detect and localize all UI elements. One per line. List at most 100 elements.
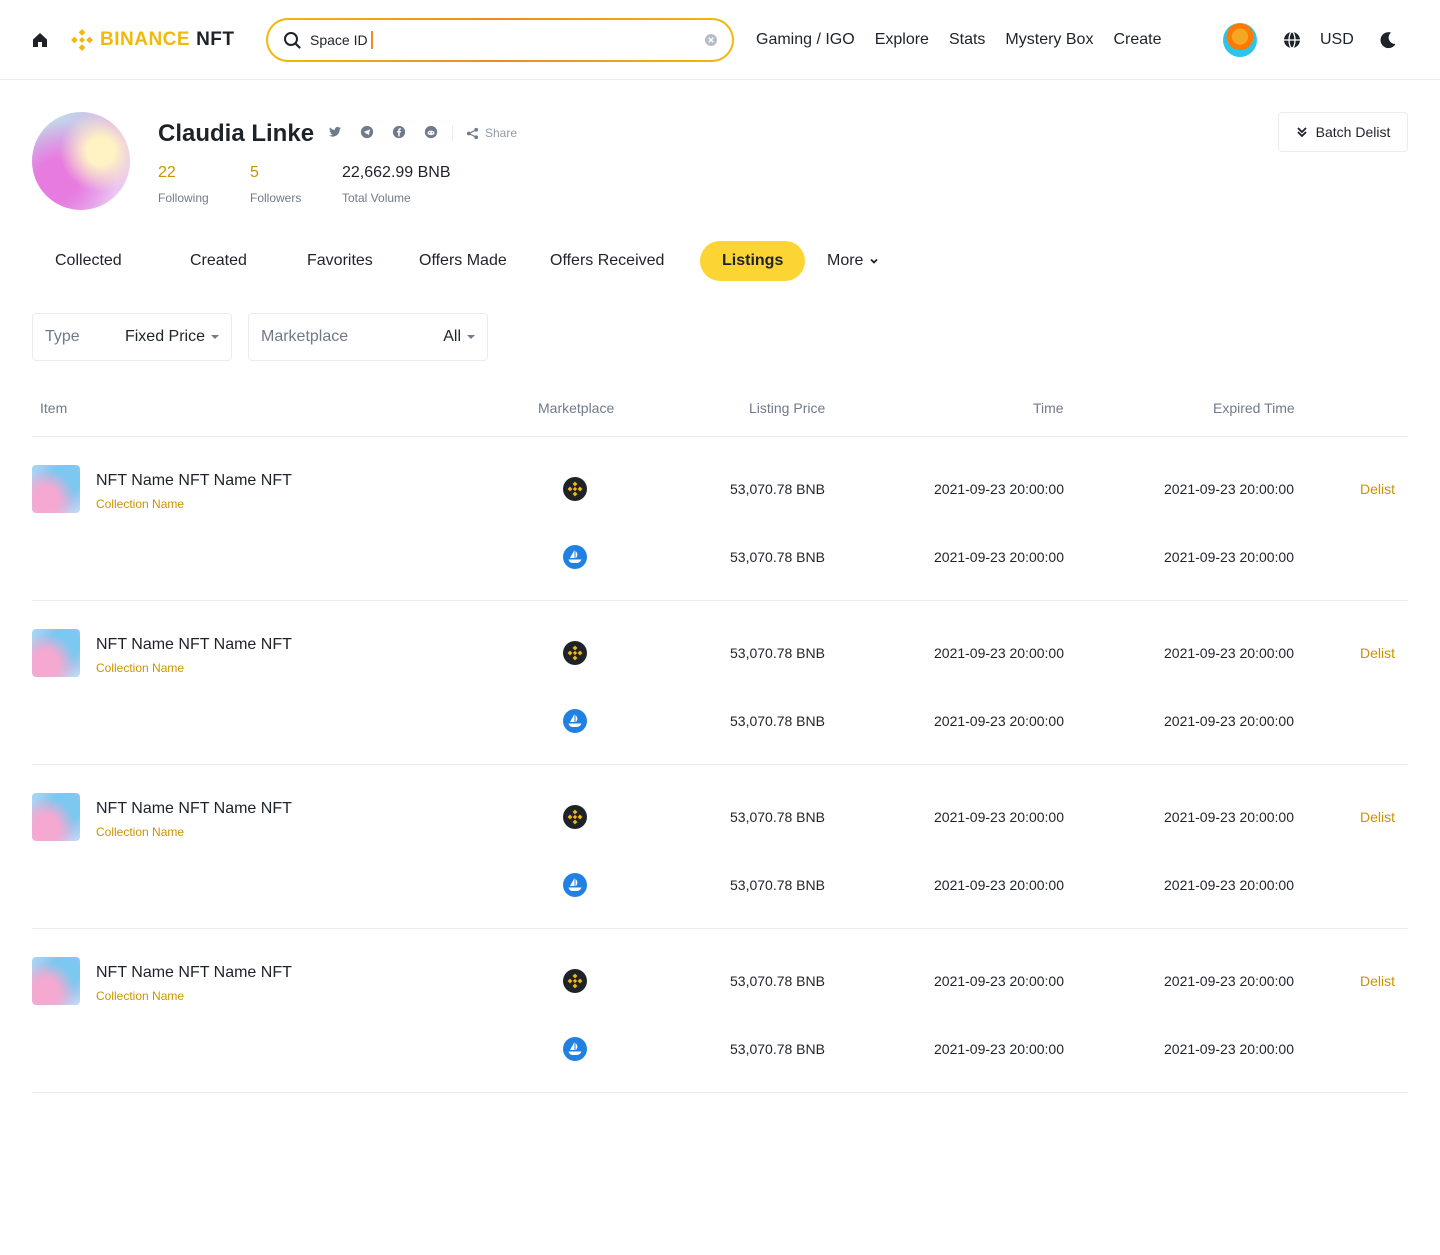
share-button[interactable]: Share [466,125,517,141]
nav-explore[interactable]: Explore [875,30,929,50]
caret-down-icon [467,335,475,339]
marketplace-filter[interactable]: Marketplace All [248,313,488,361]
telegram-icon[interactable] [360,125,374,139]
binance-marketplace-icon [563,641,587,665]
social-links [328,125,438,139]
profile-name: Claudia Linke [158,120,315,147]
nft-thumbnail[interactable] [32,629,80,677]
delist-button[interactable]: Delist [1360,645,1395,661]
nav-create[interactable]: Create [1113,30,1161,50]
double-chevron-down-icon [1297,127,1307,138]
table-row: NFT Name NFT Name NFT Collection Name 53,… [32,929,1408,1093]
column-header-item: Item [40,400,68,416]
table-row: NFT Name NFT Name NFT Collection Name 53,… [32,765,1408,929]
nft-name[interactable]: NFT Name NFT Name NFT [96,799,292,819]
user-avatar[interactable] [1223,23,1257,57]
delist-button[interactable]: Delist [1360,973,1395,989]
home-icon[interactable] [30,30,50,50]
tab-favorites[interactable]: Favorites [307,241,373,281]
marketplace-filter-label: Marketplace [261,328,349,345]
collection-name[interactable]: Collection Name [96,824,184,840]
tab-offers-made[interactable]: Offers Made [419,241,507,281]
tab-listings[interactable]: Listings [700,241,806,281]
opensea-marketplace-icon [563,545,587,569]
main-nav: Gaming / IGO Explore Stats Mystery Box C… [756,30,1161,50]
search-input[interactable]: Space ID [268,20,732,60]
nav-mystery-box[interactable]: Mystery Box [1005,30,1093,50]
following-stat[interactable]: 22 Following [158,163,209,205]
tab-created[interactable]: Created [190,241,247,281]
type-filter-label: Type [45,328,80,345]
column-header-expired-time: Expired Time [1213,400,1295,416]
facebook-icon[interactable] [392,125,406,139]
delist-button[interactable]: Delist [1360,481,1395,497]
clear-search-icon[interactable] [704,33,718,47]
share-divider [452,125,453,141]
reddit-icon[interactable] [424,125,438,139]
nav-gaming-igo[interactable]: Gaming / IGO [756,30,855,50]
type-filter-value: Fixed Price [125,328,219,346]
globe-icon[interactable] [1282,30,1302,50]
listing-time: 2021-09-23 20:00:00 [934,973,1064,989]
expired-time: 2021-09-23 20:00:00 [1164,549,1294,565]
nav-stats[interactable]: Stats [949,30,985,50]
column-header-marketplace: Marketplace [538,400,615,416]
expired-time: 2021-09-23 20:00:00 [1164,645,1294,661]
nft-thumbnail[interactable] [32,793,80,841]
binance-marketplace-icon [563,805,587,829]
column-header-listing-price: Listing Price [749,400,826,416]
total-volume-stat: 22,662.99 BNB Total Volume [342,163,451,205]
expired-time: 2021-09-23 20:00:00 [1164,973,1294,989]
listing-price: 53,070.78 BNB [730,645,825,661]
followers-label: Followers [250,191,302,205]
share-icon [466,127,479,139]
marketplace-filter-selected: All [443,328,461,345]
expired-time: 2021-09-23 20:00:00 [1164,713,1294,729]
moon-icon[interactable] [1378,30,1398,50]
batch-delist-button[interactable]: Batch Delist [1278,112,1408,152]
listing-time: 2021-09-23 20:00:00 [934,481,1064,497]
listing-time: 2021-09-23 20:00:00 [934,645,1064,661]
listing-time: 2021-09-23 20:00:00 [934,877,1064,893]
nft-name[interactable]: NFT Name NFT Name NFT [96,635,292,655]
opensea-marketplace-icon [563,873,587,897]
binance-marketplace-icon [563,969,587,993]
text-cursor [370,31,373,49]
collection-name[interactable]: Collection Name [96,660,184,676]
column-header-time: Time [1033,400,1064,416]
top-nav-bar: BINANCE NFT Space ID Gaming / IGO Explor… [0,0,1440,80]
tab-offers-received[interactable]: Offers Received [550,241,664,281]
binance-nft-logo[interactable]: BINANCE NFT [70,27,235,53]
opensea-marketplace-icon [563,709,587,733]
currency-selector[interactable]: USD [1320,30,1354,50]
type-filter[interactable]: Type Fixed Price [32,313,232,361]
share-label: Share [485,126,518,140]
batch-delist-label: Batch Delist [1315,124,1391,140]
twitter-icon[interactable] [328,125,342,139]
table-row: NFT Name NFT Name NFT Collection Name 53,… [32,601,1408,765]
nft-name[interactable]: NFT Name NFT Name NFT [96,471,292,491]
listing-price: 53,070.78 BNB [730,549,825,565]
nft-thumbnail[interactable] [32,957,80,1005]
nft-name[interactable]: NFT Name NFT Name NFT [96,963,292,983]
tab-collected[interactable]: Collected [55,241,122,281]
type-filter-selected: Fixed Price [124,328,205,345]
tab-more[interactable]: More [827,241,879,281]
listing-price: 53,070.78 BNB [730,481,825,497]
expired-time: 2021-09-23 20:00:00 [1164,877,1294,893]
expired-time: 2021-09-23 20:00:00 [1164,809,1294,825]
expired-time: 2021-09-23 20:00:00 [1164,481,1294,497]
chevron-down-icon [870,258,879,264]
nft-thumbnail[interactable] [32,465,80,513]
followers-stat[interactable]: 5 Followers [250,163,301,205]
logo-product-text: NFT [196,29,235,50]
listing-time: 2021-09-23 20:00:00 [934,809,1064,825]
delist-button[interactable]: Delist [1360,809,1395,825]
search-bar[interactable]: Space ID [266,18,734,62]
search-value[interactable]: Space ID [310,32,368,48]
collection-name[interactable]: Collection Name [96,496,184,512]
collection-name[interactable]: Collection Name [96,988,184,1004]
search-icon [284,32,301,49]
listing-price: 53,070.78 BNB [730,877,825,893]
profile-avatar [32,112,130,210]
